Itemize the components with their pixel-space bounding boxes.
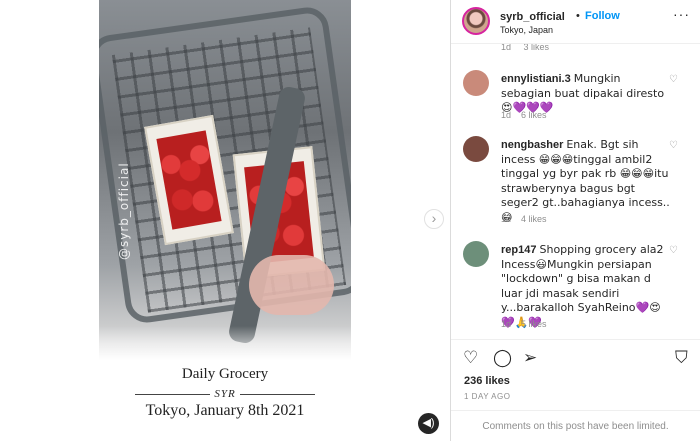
avatar[interactable] [462,7,490,35]
avatar[interactable] [463,241,489,267]
video-player[interactable]: @syrb_official Daily Grocery SYR Tokyo, … [99,0,351,441]
video-bottom-fade [99,326,351,441]
comment-icon[interactable]: ◯ [493,348,512,368]
comment-time: 1d [501,110,512,120]
video-watermark: @syrb_official [117,162,131,260]
comment-text: ennylistiani.3 Mungkin sebagian buat dipa… [501,72,671,116]
post-username[interactable]: syrb_official [500,11,565,23]
chevron-right-icon: › [431,210,437,226]
comment-meta: 1d 5 likes [501,319,547,329]
comment-text: rep147 Shopping grocery ala2 Incess😃Mungk… [501,243,671,330]
heart-icon[interactable]: ♡ [463,348,478,368]
comment-username[interactable]: rep147 [501,244,536,256]
comment-meta: 1d 6 likes [501,110,547,120]
hand [249,255,334,315]
sound-icon: ◀) [422,417,435,429]
comment-time: 1d [501,319,512,329]
heart-icon[interactable]: ♡ [669,74,678,85]
post-header: syrb_official • Follow Tokyo, Japan ··· [451,0,700,44]
share-icon[interactable]: ➢ [523,348,537,368]
avatar[interactable] [463,136,489,162]
video-caption-date: Tokyo, January 8th 2021 [145,402,305,419]
comment-likes[interactable]: 5 likes [521,319,547,329]
post-actions: ♡ ◯ ➢ ⛉ 236 likes 1 DAY AGO Comments on … [451,339,700,441]
heart-icon[interactable]: ♡ [669,245,678,256]
next-media-button[interactable]: › [424,209,444,229]
comment-time: 1d [501,214,512,224]
instagram-post: @syrb_official Daily Grocery SYR Tokyo, … [0,0,700,441]
more-options-icon[interactable]: ··· [673,6,690,22]
video-caption-title: Daily Grocery [181,366,269,382]
post-timestamp[interactable]: 1 DAY AGO [464,392,510,401]
comment-likes[interactable]: 6 likes [521,110,547,120]
post-media: @syrb_official Daily Grocery SYR Tokyo, … [0,0,451,441]
heart-icon[interactable]: ♡ [669,140,678,151]
comment-time: 1d [501,44,512,52]
comments-limited-notice: Comments on this post have been limited. [451,410,700,441]
comment-meta: 1d 4 likes [501,214,547,224]
comment-username[interactable]: ennylistiani.3 [501,73,571,85]
video-caption-signature: SYR [99,388,351,400]
avatar[interactable] [463,70,489,96]
likes-count[interactable]: 236 likes [464,375,510,387]
post-sidebar: syrb_official • Follow Tokyo, Japan ··· … [451,0,700,441]
sound-toggle-button[interactable]: ◀) [418,413,439,434]
follow-button[interactable]: Follow [585,10,620,22]
comment-meta: 1d 3 likes [501,44,549,52]
separator-dot: • [576,10,580,22]
comment-likes[interactable]: 3 likes [524,44,550,52]
comment-text: nengbasher Enak. Bgt sih incess 😁😁😁tingga… [501,138,671,225]
bookmark-icon[interactable]: ⛉ [675,348,688,368]
comment-likes[interactable]: 4 likes [521,214,547,224]
comments-list[interactable]: 1d 3 likes ennylistiani.3 Mungkin sebagia… [451,44,700,339]
comment-username[interactable]: nengbasher [501,139,563,151]
post-location[interactable]: Tokyo, Japan [500,25,553,35]
